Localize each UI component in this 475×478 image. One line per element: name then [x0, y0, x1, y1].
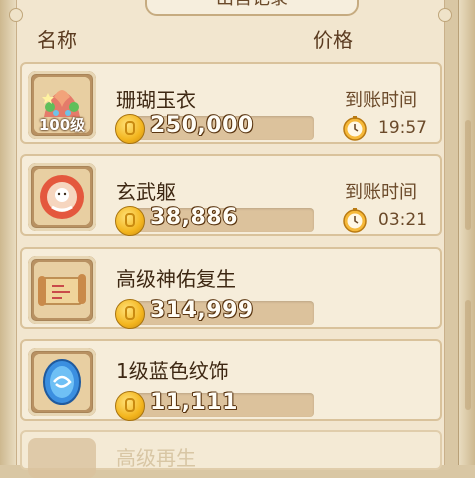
right-deco-bar: [465, 300, 471, 410]
price-value: 314,999: [150, 298, 254, 323]
right-frame-border: [458, 0, 475, 465]
item-icon-frame[interactable]: [28, 256, 96, 324]
panel-title: 出售记录: [147, 0, 357, 10]
header-name: 名称: [37, 28, 77, 52]
item-icon-frame: [28, 438, 96, 478]
blue-gem-icon: [34, 354, 90, 410]
sale-row[interactable]: 高级神佑复生 314,999: [20, 247, 442, 329]
table-header: 名称 价格: [17, 20, 444, 60]
coin-icon: [115, 114, 145, 144]
sales-record-panel: 出售记录 名称 价格 100级 珊瑚玉衣: [9, 0, 452, 478]
clock-icon: [343, 116, 367, 141]
left-frame-border: [0, 0, 17, 465]
arrival-time-label: 到账时间: [345, 90, 417, 111]
coin-icon: [115, 206, 145, 236]
sale-row[interactable]: 高级再生: [20, 430, 442, 478]
sale-row[interactable]: 玄武躯 38,886 到账时间 03:21: [20, 154, 442, 236]
price-value: 250,000: [150, 113, 254, 138]
item-name: 珊瑚玉衣: [116, 88, 196, 112]
item-name: 玄武躯: [116, 180, 176, 204]
scroll-icon: [34, 262, 90, 318]
right-deco-bar: [465, 120, 471, 230]
sale-row[interactable]: 100级 珊瑚玉衣 250,000 到账时间 19:57: [20, 62, 442, 144]
item-name: 1级蓝色纹饰: [116, 359, 229, 383]
item-icon-frame[interactable]: [28, 348, 96, 416]
pet-egg-icon: [34, 169, 90, 225]
panel-title-tab: 出售记录: [145, 0, 359, 16]
price-value: 38,886: [150, 205, 238, 230]
arrival-time: 03:21: [378, 210, 427, 230]
item-name: 高级神佑复生: [116, 267, 236, 291]
clock-icon: [343, 208, 367, 233]
sale-row[interactable]: 1级蓝色纹饰 11,111: [20, 339, 442, 421]
arrival-time: 19:57: [378, 118, 427, 138]
item-icon-frame[interactable]: 100级: [28, 71, 96, 139]
item-name: 高级再生: [116, 446, 196, 470]
level-badge: 100级: [38, 116, 86, 134]
item-icon-frame[interactable]: [28, 163, 96, 231]
price-value: 11,111: [150, 390, 238, 415]
arrival-time-label: 到账时间: [345, 182, 417, 203]
coin-icon: [115, 299, 145, 329]
coin-icon: [115, 391, 145, 421]
header-price: 价格: [313, 28, 353, 52]
